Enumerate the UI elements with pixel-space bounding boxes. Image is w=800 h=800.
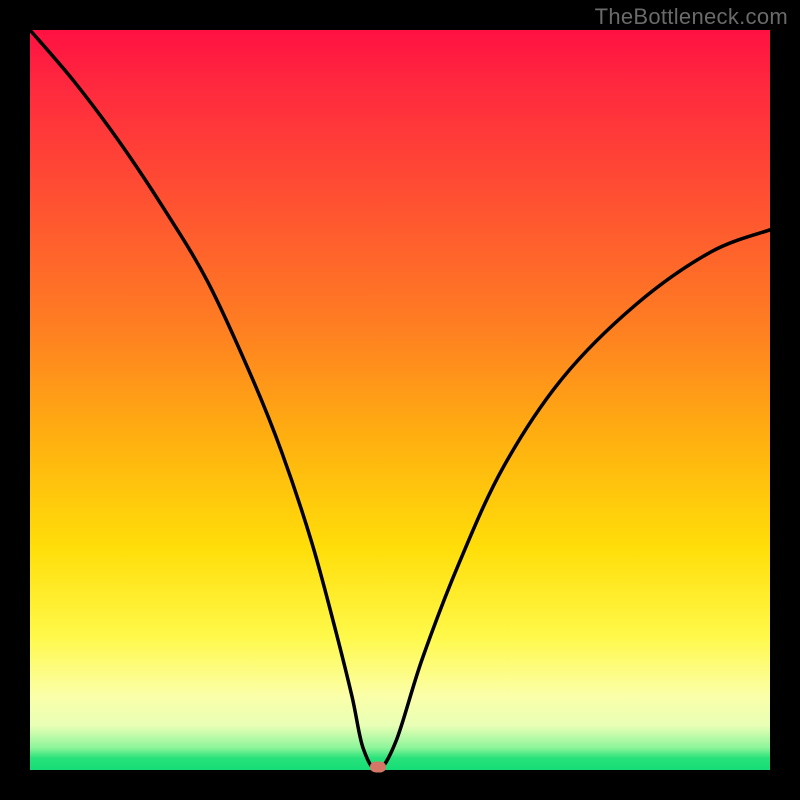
watermark-text: TheBottleneck.com (595, 4, 788, 30)
chart-frame: TheBottleneck.com (0, 0, 800, 800)
plot-area (30, 30, 770, 770)
curve-svg (30, 30, 770, 770)
bottleneck-curve-path (30, 30, 770, 770)
min-point-marker (370, 762, 386, 773)
